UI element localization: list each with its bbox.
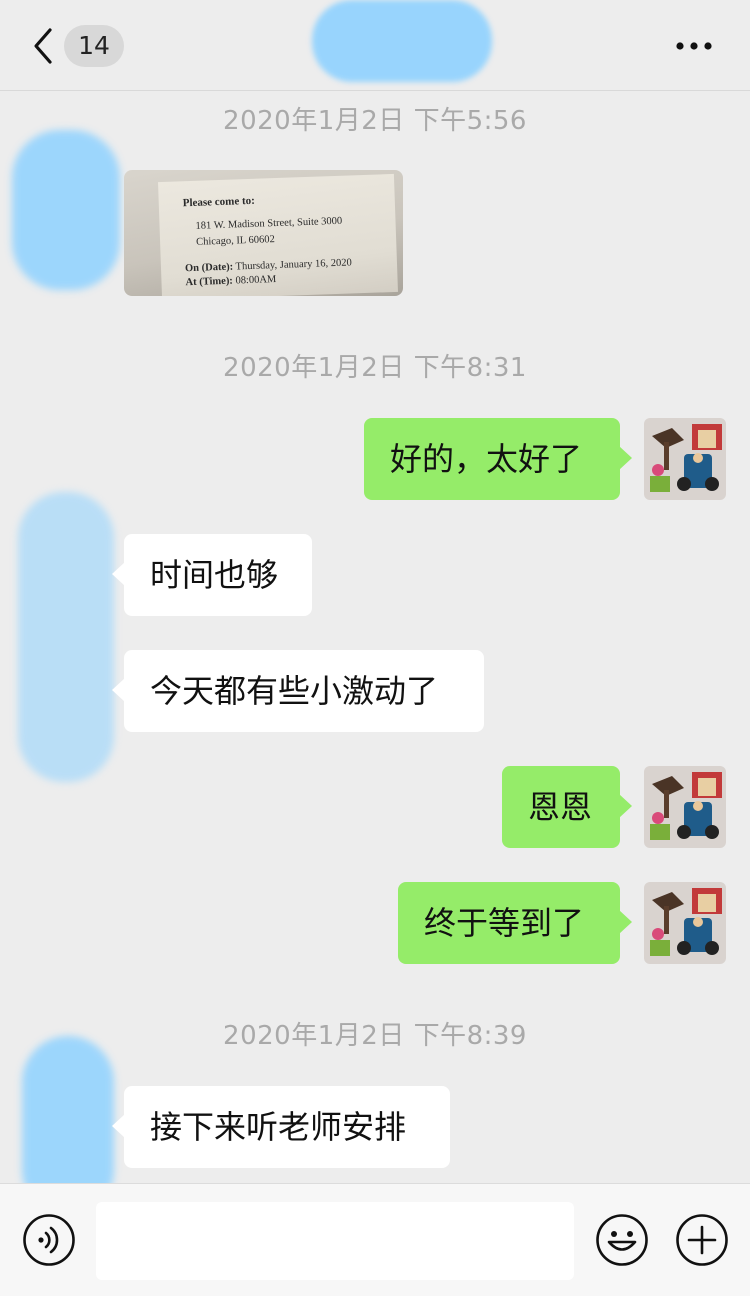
- message-input[interactable]: [96, 1202, 574, 1280]
- incoming-message-bubble[interactable]: 今天都有些小激动了: [112, 650, 484, 732]
- outgoing-message-bubble[interactable]: 终于等到了: [398, 882, 632, 964]
- plus-icon[interactable]: [675, 1213, 729, 1267]
- outgoing-message-bubble[interactable]: 恩恩: [502, 766, 632, 848]
- chevron-left-icon[interactable]: [28, 26, 58, 66]
- chat-header: 14: [0, 0, 750, 91]
- contact-avatar-redacted[interactable]: [12, 130, 120, 290]
- document-photo: Please come to: 181 W. Madison Street, S…: [158, 173, 398, 296]
- contact-avatar-redacted[interactable]: [18, 492, 114, 782]
- voice-icon[interactable]: [22, 1213, 76, 1267]
- message-timestamp: 2020年1月2日 下午8:31: [223, 353, 527, 383]
- incoming-message-bubble[interactable]: 接下来听老师安排: [112, 1086, 450, 1168]
- message-timestamp: 2020年1月2日 下午8:39: [223, 1021, 527, 1051]
- my-avatar[interactable]: [644, 882, 726, 964]
- my-avatar[interactable]: [644, 418, 726, 500]
- toy-scene-image: [644, 418, 726, 500]
- toy-scene-image: [644, 882, 726, 964]
- more-dots-icon[interactable]: [674, 28, 714, 64]
- chat-title-redacted: [312, 0, 492, 82]
- chat-input-bar: [0, 1183, 750, 1296]
- outgoing-message-bubble[interactable]: 好的，太好了: [364, 418, 632, 500]
- photo-message[interactable]: Please come to: 181 W. Madison Street, S…: [124, 170, 403, 296]
- toy-scene-image: [644, 766, 726, 848]
- my-avatar[interactable]: [644, 766, 726, 848]
- unread-count-badge[interactable]: 14: [64, 25, 124, 67]
- incoming-message-bubble[interactable]: 时间也够: [112, 534, 312, 616]
- emoji-icon[interactable]: [595, 1213, 649, 1267]
- message-timestamp: 2020年1月2日 下午5:56: [223, 106, 527, 136]
